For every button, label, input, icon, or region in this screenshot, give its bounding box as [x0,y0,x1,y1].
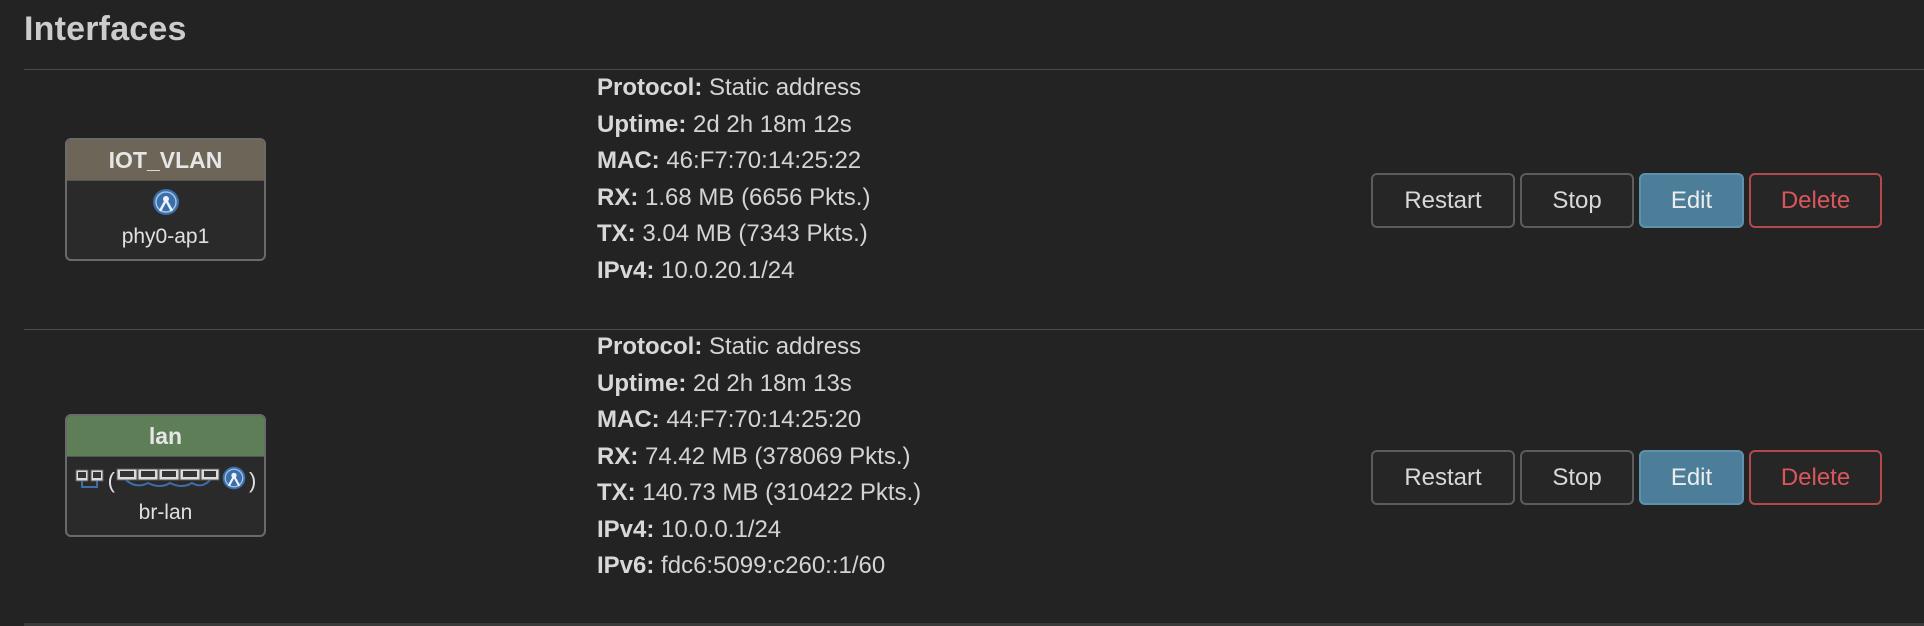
edit-button[interactable]: Edit [1639,173,1744,228]
uptime-line: Uptime: 2d 2h 18m 12s [597,107,870,144]
ipv4-label: IPv4: [597,515,655,543]
interface-badge: IOT_VLAN phy0-ap1 [65,138,266,261]
protocol-label: Protocol: [597,74,703,101]
delete-button[interactable]: Delete [1749,450,1882,505]
restart-button[interactable]: Restart [1371,450,1515,505]
protocol-value: Static address [709,74,862,101]
bridge-close-paren: ) [249,468,257,493]
ethernet-ports-icon [116,465,220,497]
interface-details: Protocol: Static address Uptime: 2d 2h 1… [597,70,870,289]
device-name: br-lan [138,501,193,524]
interface-name: lan [67,416,264,457]
ipv6-value: fdc6:5099:c260::1/60 [661,552,886,579]
ipv4-value: 10.0.20.1/24 [661,256,795,284]
protocol-label: Protocol: [597,333,703,360]
ipv6-label: IPv6: [597,552,655,579]
rx-value: 74.42 MB (378069 Pkts.) [645,442,911,470]
mac-label: MAC: [597,147,660,174]
mac-value: 44:F7:70:14:25:20 [666,406,862,433]
rx-line: RX: 74.42 MB (378069 Pkts.) [597,439,921,476]
interface-row-lan: lan () br-lan Protocol: Static address … [24,330,1924,623]
stop-button[interactable]: Stop [1520,450,1634,505]
ipv4-value: 10.0.0.1/24 [661,515,782,543]
device-icons [67,181,264,225]
page-title: Interfaces [24,10,187,48]
rx-line: RX: 1.68 MB (6656 Pkts.) [597,180,870,217]
wifi-ap-icon [150,186,182,224]
device-name: phy0-ap1 [121,225,210,248]
tx-line: TX: 140.73 MB (310422 Pkts.) [597,475,921,512]
restart-button[interactable]: Restart [1371,173,1515,228]
interface-actions: Restart Stop Edit Delete [1371,173,1882,228]
interface-name: IOT_VLAN [67,140,264,181]
rx-value: 1.68 MB (6656 Pkts.) [645,183,871,211]
delete-button[interactable]: Delete [1749,173,1882,228]
bridge-icon [75,465,105,497]
uptime-value: 2d 2h 18m 13s [693,369,852,397]
mac-label: MAC: [597,406,660,433]
uptime-label: Uptime: [597,369,687,397]
protocol-value: Static address [709,333,862,360]
wifi-ap-icon [220,464,248,498]
rx-label: RX: [597,442,639,470]
uptime-label: Uptime: [597,110,687,138]
tx-value: 140.73 MB (310422 Pkts.) [642,479,922,506]
device-icons: () [67,457,264,501]
mac-value: 46:F7:70:14:25:22 [666,147,862,174]
mac-line: MAC: 44:F7:70:14:25:20 [597,402,921,439]
tx-value: 3.04 MB (7343 Pkts.) [642,220,868,247]
stop-button[interactable]: Stop [1520,173,1634,228]
tx-label: TX: [597,479,636,506]
protocol-line: Protocol: Static address [597,329,921,366]
tx-line: TX: 3.04 MB (7343 Pkts.) [597,216,870,253]
uptime-value: 2d 2h 18m 12s [693,110,852,138]
interface-badge: lan () br-lan [65,414,266,537]
interface-actions: Restart Stop Edit Delete [1371,450,1882,505]
ipv4-label: IPv4: [597,256,655,284]
uptime-line: Uptime: 2d 2h 18m 13s [597,366,921,403]
mac-line: MAC: 46:F7:70:14:25:22 [597,143,870,180]
interface-row-iot-vlan: IOT_VLAN phy0-ap1 Protocol: Static addre… [24,70,1924,329]
protocol-line: Protocol: Static address [597,70,870,107]
interface-details: Protocol: Static address Uptime: 2d 2h 1… [597,329,921,585]
tx-label: TX: [597,220,636,247]
ipv4-line: IPv4: 10.0.0.1/24 [597,512,921,549]
ipv4-line: IPv4: 10.0.20.1/24 [597,253,870,290]
edit-button[interactable]: Edit [1639,450,1744,505]
bridge-open-paren: ( [107,468,115,493]
rx-label: RX: [597,183,639,211]
ipv6-line: IPv6: fdc6:5099:c260::1/60 [597,548,921,585]
